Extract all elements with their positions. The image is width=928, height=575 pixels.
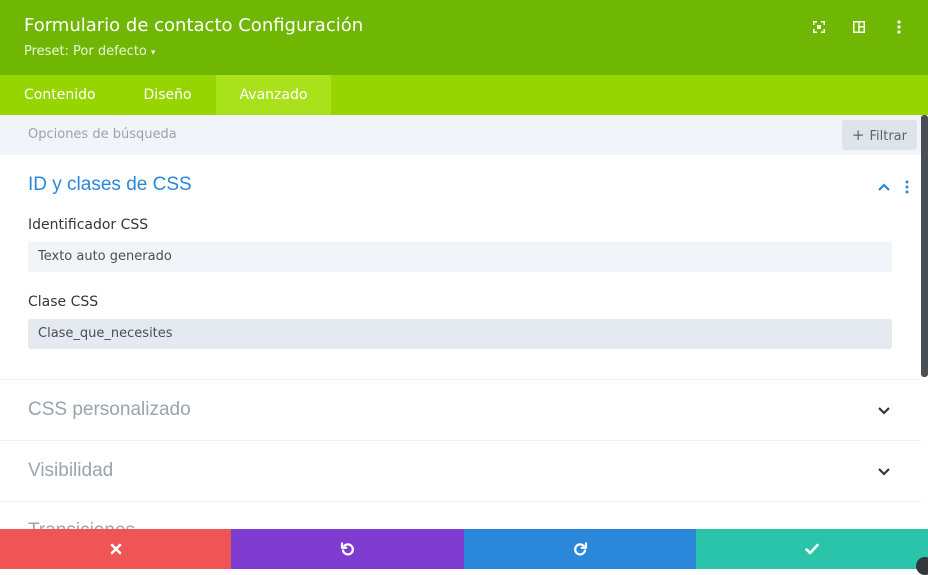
- redo-button[interactable]: [464, 529, 696, 569]
- tab-contenido[interactable]: Contenido: [0, 75, 120, 115]
- section-visibility[interactable]: Visibilidad: [0, 441, 921, 502]
- save-button[interactable]: [696, 529, 928, 575]
- section-title: Visibilidad: [28, 460, 114, 481]
- tab-diseno[interactable]: Diseño: [120, 75, 216, 115]
- undo-icon: [340, 542, 354, 556]
- filter-label: Filtrar: [869, 129, 907, 144]
- tab-avanzado[interactable]: Avanzado: [215, 75, 332, 115]
- modal-header: Formulario de contacto Configuración Pre…: [0, 0, 928, 75]
- chevron-down-icon[interactable]: [877, 404, 891, 418]
- scrollbar[interactable]: [921, 115, 928, 377]
- more-options-icon[interactable]: [890, 18, 908, 36]
- preset-dropdown[interactable]: Preset: Por defecto ▾: [24, 44, 155, 59]
- section-title[interactable]: ID y clases de CSS: [28, 174, 192, 196]
- preset-label: Preset: Por defecto: [24, 44, 147, 59]
- section-title: CSS personalizado: [28, 399, 191, 420]
- search-input[interactable]: Opciones de búsqueda: [28, 127, 177, 142]
- caret-down-icon: ▾: [150, 48, 156, 58]
- tab-bar: Contenido Diseño Avanzado: [0, 75, 928, 115]
- css-class-label: Clase CSS: [28, 294, 99, 310]
- modal-title: Formulario de contacto Configuración: [24, 15, 364, 36]
- split-view-icon[interactable]: [850, 18, 868, 36]
- undo-button[interactable]: [231, 529, 464, 569]
- close-icon: [110, 543, 121, 555]
- css-id-label: Identificador CSS: [28, 217, 149, 233]
- resize-handle-icon[interactable]: [916, 557, 928, 575]
- check-icon: [805, 543, 819, 555]
- section-transitions[interactable]: Transiciones: [0, 502, 921, 529]
- expand-icon[interactable]: [810, 18, 828, 36]
- discard-button[interactable]: [0, 529, 231, 569]
- action-bar: [0, 529, 928, 575]
- redo-icon: [574, 542, 588, 556]
- filter-button[interactable]: + Filtrar: [841, 120, 917, 150]
- plus-icon: +: [851, 126, 865, 144]
- search-bar: Opciones de búsqueda + Filtrar: [0, 115, 928, 155]
- chevron-down-icon[interactable]: [877, 465, 891, 479]
- chevron-up-icon[interactable]: [877, 180, 891, 194]
- section-title: Transiciones: [28, 520, 135, 529]
- css-id-field[interactable]: Texto auto generado: [28, 242, 892, 272]
- section-custom-css[interactable]: CSS personalizado: [0, 380, 921, 441]
- css-class-field[interactable]: Clase_que_necesites: [28, 319, 892, 349]
- section-css-id-classes: ID y clases de CSS Identificador CSS Tex…: [0, 155, 921, 380]
- section-options-icon[interactable]: [905, 180, 909, 194]
